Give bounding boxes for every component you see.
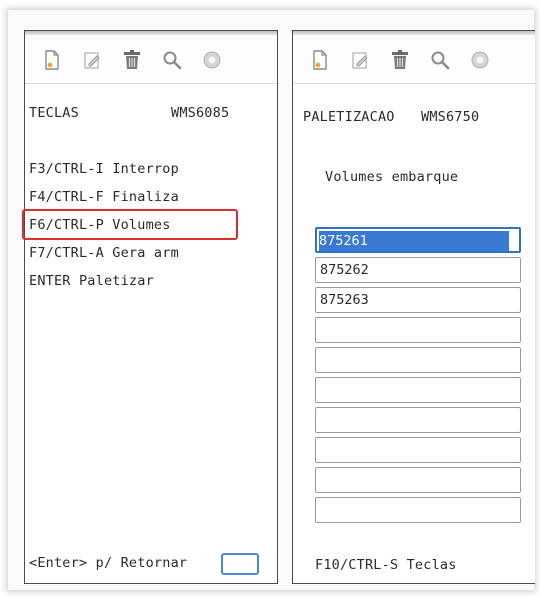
search-icon[interactable] <box>159 47 185 73</box>
paletizacao-screen: PALETIZACAO WMS6750 Volumes embarque 875… <box>292 30 535 584</box>
volume-field[interactable] <box>315 437 521 463</box>
footer-teclas: F10/CTRL-S Teclas <box>315 557 457 573</box>
key-finaliza[interactable]: F4/CTRL-F Finaliza <box>29 189 179 205</box>
teclas-screen: TECLAS WMS6085 F3/CTRL-I Interrop F4/CTR… <box>24 30 278 584</box>
toolbar <box>25 37 277 84</box>
volume-field[interactable] <box>315 347 521 373</box>
screen-title: TECLAS <box>29 105 79 121</box>
footer-retornar: <Enter> p/ Retornar <box>29 555 188 571</box>
edit-icon[interactable] <box>79 47 105 73</box>
toolbar <box>293 37 535 84</box>
new-document-icon[interactable] <box>39 47 65 73</box>
search-icon[interactable] <box>427 47 453 73</box>
edit-icon[interactable] <box>347 47 373 73</box>
volume-field[interactable] <box>315 377 521 403</box>
highlight-box <box>22 209 238 240</box>
trash-icon[interactable] <box>387 47 413 73</box>
program-code: WMS6750 <box>421 109 480 125</box>
close-circle-icon[interactable] <box>199 47 225 73</box>
key-gera-arm[interactable]: F7/CTRL-A Gera arm <box>29 245 179 261</box>
program-code: WMS6085 <box>171 105 230 121</box>
key-interrop[interactable]: F3/CTRL-I Interrop <box>29 161 179 177</box>
enter-input[interactable] <box>221 553 259 575</box>
new-document-icon[interactable] <box>307 47 333 73</box>
close-circle-icon[interactable] <box>467 47 493 73</box>
key-paletizar[interactable]: ENTER Paletizar <box>29 273 154 289</box>
volume-field[interactable] <box>315 497 521 523</box>
screen-subtitle: Volumes embarque <box>325 169 459 185</box>
volume-field[interactable]: 875262 <box>315 257 521 283</box>
screen-title: PALETIZACAO <box>303 109 395 125</box>
volume-field[interactable] <box>315 467 521 493</box>
volume-field[interactable] <box>315 317 521 343</box>
trash-icon[interactable] <box>119 47 145 73</box>
volume-field[interactable]: 875263 <box>315 287 521 313</box>
volume-field[interactable]: 875261 <box>315 227 521 253</box>
volume-field[interactable] <box>315 407 521 433</box>
